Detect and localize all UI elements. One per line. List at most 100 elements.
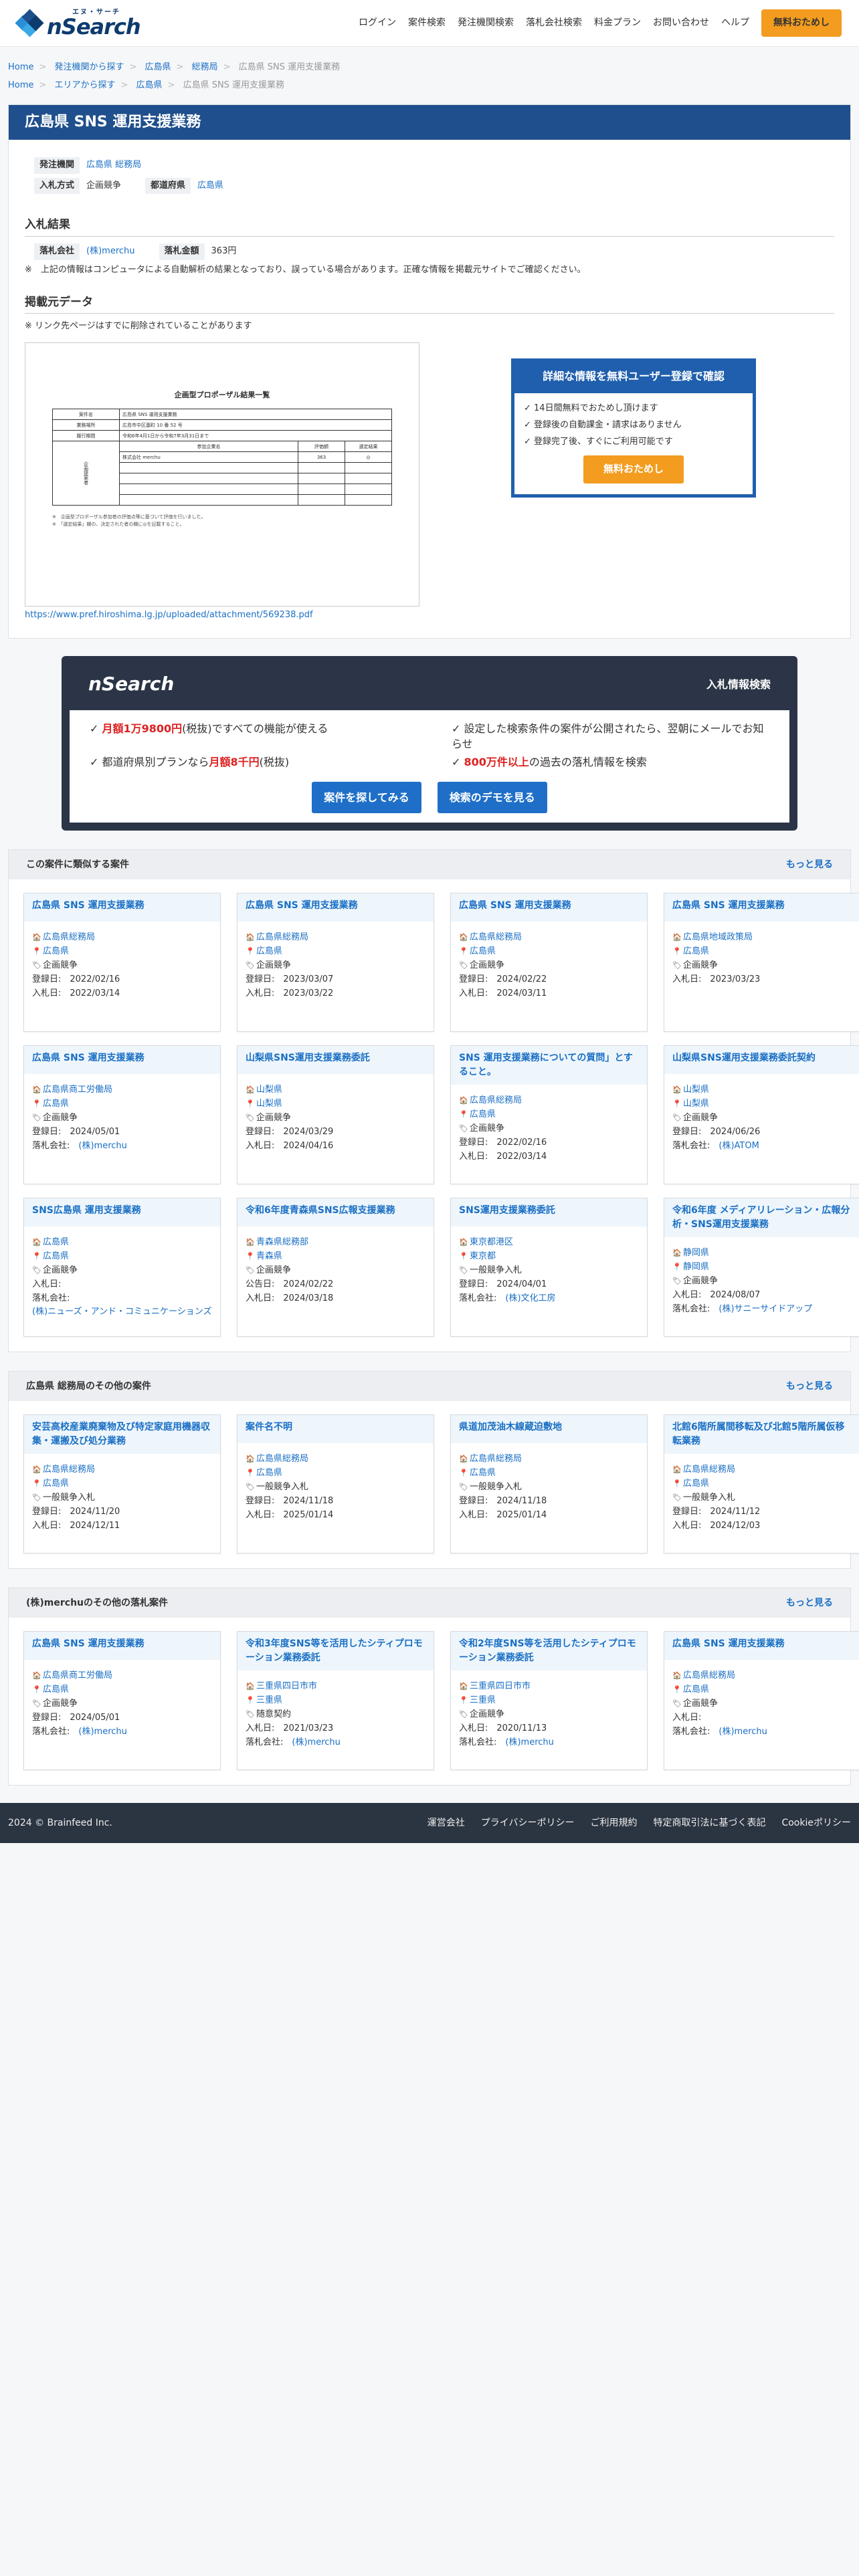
footer-link-terms[interactable]: ご利用規約 [590, 1816, 637, 1830]
card-title[interactable]: 広島県 SNS 運用支援業務 [24, 1632, 220, 1660]
card-line[interactable]: (株)ニューズ・アンド・コミュニケーションズ [32, 1307, 211, 1317]
card-line[interactable]: 広島県総務局 [470, 932, 522, 942]
card-line[interactable]: 広島県総務局 [683, 1465, 735, 1475]
card-title[interactable]: 広島県 SNS 運用支援業務 [237, 893, 434, 922]
nav-login[interactable]: ログイン [359, 16, 396, 29]
card-title[interactable]: 広島県 SNS 運用支援業務 [24, 1046, 220, 1075]
card-title[interactable]: 令和3年度SNS等を活用したシティプロモーション業務委託 [237, 1632, 434, 1671]
project-card[interactable]: 県道加茂油木線蔵迫敷地 🏠 広島県総務局 📍 広島県 🏷 一般競争入札 登録日: 2024/1… [450, 1414, 648, 1554]
project-card[interactable]: SNS運用支援業務委託 🏠 東京都港区 📍 東京都 🏷 一般競争入札 登録日: 2024/04… [450, 1198, 648, 1337]
card-title[interactable]: 広島県 SNS 運用支援業務 [24, 893, 220, 922]
pref-link[interactable]: 広島県 [197, 180, 223, 193]
card-line[interactable]: 広島県総務局 [470, 1454, 522, 1464]
project-card[interactable]: 令和2年度SNS等を活用したシティプロモーション業務委託 🏠 三重県四日市市 📍 三重県… [450, 1631, 648, 1771]
card-title[interactable]: 安芸高校産業廃棄物及び特定家庭用機器収集・運搬及び処分業務 [24, 1415, 220, 1455]
more-link[interactable]: もっと見る [786, 858, 833, 871]
winner-link[interactable]: (株)merchu [505, 1737, 554, 1747]
try-search-button[interactable]: 案件を探してみる [312, 782, 421, 814]
issuer-link[interactable]: 広島県 総務局 [86, 159, 141, 172]
card-line[interactable]: 三重県四日市市 [470, 1681, 531, 1691]
card-title[interactable]: 案件名不明 [237, 1415, 434, 1444]
card-title[interactable]: SNS運用支援業務委託 [451, 1198, 647, 1227]
card-line[interactable]: 静岡県 [683, 1248, 709, 1258]
project-card[interactable]: 令和6年度青森県SNS広報支援業務 🏠 青森県総務部 📍 青森県 🏷 企画競争 公告日: 20… [237, 1198, 434, 1337]
card-line[interactable]: 広島県 [470, 1109, 496, 1119]
footer-link-privacy[interactable]: プライバシーポリシー [481, 1816, 575, 1830]
card-title[interactable]: SNS広島県 運用支援業務 [24, 1198, 220, 1227]
project-card[interactable]: 広島県 SNS 運用支援業務 🏠 広島県商工労働局 📍 広島県 🏷 企画競争 登録日: 202… [23, 1631, 221, 1771]
card-line[interactable]: 広島県 [470, 946, 496, 956]
winner-link[interactable]: (株)文化工房 [505, 1293, 555, 1303]
winner-link[interactable]: (株)merchu [78, 1727, 127, 1737]
card-line[interactable]: 山梨県 [683, 1099, 709, 1109]
card-line[interactable]: 広島県総務局 [43, 1465, 95, 1475]
winner-link[interactable]: (株)merchu [719, 1727, 767, 1737]
nav-help[interactable]: ヘルプ [721, 16, 749, 29]
card-line[interactable]: 広島県総務局 [256, 1454, 308, 1464]
card-line[interactable]: 広島県 [43, 1685, 69, 1695]
project-card[interactable]: 広島県 SNS 運用支援業務 🏠 広島県地域政策局 📍 広島県 🏷 企画競争 入札日: 202… [664, 893, 859, 1033]
card-line[interactable]: 東京都港区 [470, 1237, 513, 1247]
card-line[interactable]: 山梨県 [256, 1085, 282, 1095]
nav-pricing[interactable]: 料金プラン [594, 16, 641, 29]
breadcrumb-home[interactable]: Home [8, 80, 33, 90]
card-line[interactable]: 広島県 [683, 1685, 709, 1695]
card-line[interactable]: 三重県 [256, 1695, 282, 1705]
card-line[interactable]: 広島県総務局 [683, 1671, 735, 1681]
card-title[interactable]: 山梨県SNS運用支援業務委託契約 [664, 1046, 859, 1075]
breadcrumb-home[interactable]: Home [8, 62, 33, 72]
project-card[interactable]: 広島県 SNS 運用支援業務 🏠 広島県商工労働局 📍 広島県 🏷 企画競争 登録日: 202… [23, 1045, 221, 1185]
card-line[interactable]: 広島県 [683, 1479, 709, 1489]
breadcrumb-area-search[interactable]: エリアから探す [54, 80, 115, 90]
footer-link-cookie[interactable]: Cookieポリシー [781, 1816, 851, 1830]
card-line[interactable]: 広島県 [43, 1479, 69, 1489]
footer-link-commerce[interactable]: 特定商取引法に基づく表記 [653, 1816, 765, 1830]
cta-free-trial-button[interactable]: 無料おためし [583, 455, 684, 484]
winner-link[interactable]: (株)merchu [86, 245, 135, 258]
card-title[interactable]: 令和2年度SNS等を活用したシティプロモーション業務委託 [451, 1632, 647, 1671]
project-card[interactable]: 広島県 SNS 運用支援業務 🏠 広島県総務局 📍 広島県 🏷 企画競争 登録日: 2023/… [237, 893, 434, 1033]
source-url-link[interactable]: https://www.pref.hiroshima.lg.jp/uploade… [25, 609, 419, 622]
project-card[interactable]: 安芸高校産業廃棄物及び特定家庭用機器収集・運搬及び処分業務 🏠 広島県総務局 📍 広島県… [23, 1414, 221, 1554]
project-card[interactable]: 広島県 SNS 運用支援業務 🏠 広島県総務局 📍 広島県 🏷 企画競争 入札日: 落札会社: … [664, 1631, 859, 1771]
winner-link[interactable]: (株)サニーサイドアップ [719, 1304, 812, 1314]
site-logo[interactable]: エヌ・サーチ nSearch [15, 8, 141, 37]
card-title[interactable]: 山梨県SNS運用支援業務委託 [237, 1046, 434, 1075]
card-line[interactable]: 広島県 [470, 1468, 496, 1478]
more-link[interactable]: もっと見る [786, 1596, 833, 1610]
nav-search[interactable]: 案件検索 [408, 16, 446, 29]
card-line[interactable]: 山梨県 [683, 1085, 709, 1095]
card-line[interactable]: 広島県総務局 [43, 932, 95, 942]
project-card[interactable]: SNS 運用支援業務についての質問」とすること。 🏠 広島県総務局 📍 広島県 🏷 企画競争… [450, 1045, 648, 1185]
project-card[interactable]: 広島県 SNS 運用支援業務 🏠 広島県総務局 📍 広島県 🏷 企画競争 登録日: 2024/… [450, 893, 648, 1033]
project-card[interactable]: 北館6階所属間移転及び北館5階所属仮移転業務 🏠 広島県総務局 📍 広島県 🏷 一般競争入札… [664, 1414, 859, 1554]
card-line[interactable]: 東京都 [470, 1251, 496, 1261]
project-card[interactable]: 山梨県SNS運用支援業務委託 🏠 山梨県 📍 山梨県 🏷 企画競争 登録日: 2024/03/… [237, 1045, 434, 1185]
card-line[interactable]: 広島県総務局 [470, 1095, 522, 1105]
card-line[interactable]: 広島県商工労働局 [43, 1671, 112, 1681]
card-line[interactable]: 広島県地域政策局 [683, 932, 753, 942]
more-link[interactable]: もっと見る [786, 1380, 833, 1393]
card-line[interactable]: 広島県 [43, 1251, 69, 1261]
footer-link-company[interactable]: 運営会社 [427, 1816, 465, 1830]
nav-winner-search[interactable]: 落札会社検索 [526, 16, 582, 29]
breadcrumb-pref[interactable]: 広島県 [136, 80, 163, 90]
free-trial-button[interactable]: 無料おためし [761, 9, 842, 37]
card-line[interactable]: 広島県商工労働局 [43, 1085, 112, 1095]
breadcrumb-issuer[interactable]: 発注機関から探す [54, 62, 124, 72]
winner-link[interactable]: (株)merchu [78, 1141, 127, 1151]
card-line[interactable]: 広島県 [256, 946, 282, 956]
card-line[interactable]: 三重県 [470, 1695, 496, 1705]
nav-issuer-search[interactable]: 発注機関検索 [458, 16, 514, 29]
project-card[interactable]: 案件名不明 🏠 広島県総務局 📍 広島県 🏷 一般競争入札 登録日: 2024/11/18 入札… [237, 1414, 434, 1554]
project-card[interactable]: 山梨県SNS運用支援業務委託契約 🏠 山梨県 📍 山梨県 🏷 企画競争 登録日: 2024/0… [664, 1045, 859, 1185]
project-card[interactable]: 令和3年度SNS等を活用したシティプロモーション業務委託 🏠 三重県四日市市 📍 三重県… [237, 1631, 434, 1771]
card-line[interactable]: 三重県四日市市 [256, 1681, 317, 1691]
project-card[interactable]: SNS広島県 運用支援業務 🏠 広島県 📍 広島県 🏷 企画競争 入札日: 落札会社: (株)ニュ… [23, 1198, 221, 1337]
nav-contact[interactable]: お問い合わせ [653, 16, 709, 29]
card-title[interactable]: 広島県 SNS 運用支援業務 [664, 1632, 859, 1660]
card-line[interactable]: 広島県 [683, 946, 709, 956]
breadcrumb-dept[interactable]: 総務局 [192, 62, 218, 72]
source-document-preview[interactable]: 企画型プロポーザル結果一覧 案件名 広島県 SNS 運用支援業務 業務場所 広島市中… [25, 342, 419, 607]
card-title[interactable]: 広島県 SNS 運用支援業務 [451, 893, 647, 922]
